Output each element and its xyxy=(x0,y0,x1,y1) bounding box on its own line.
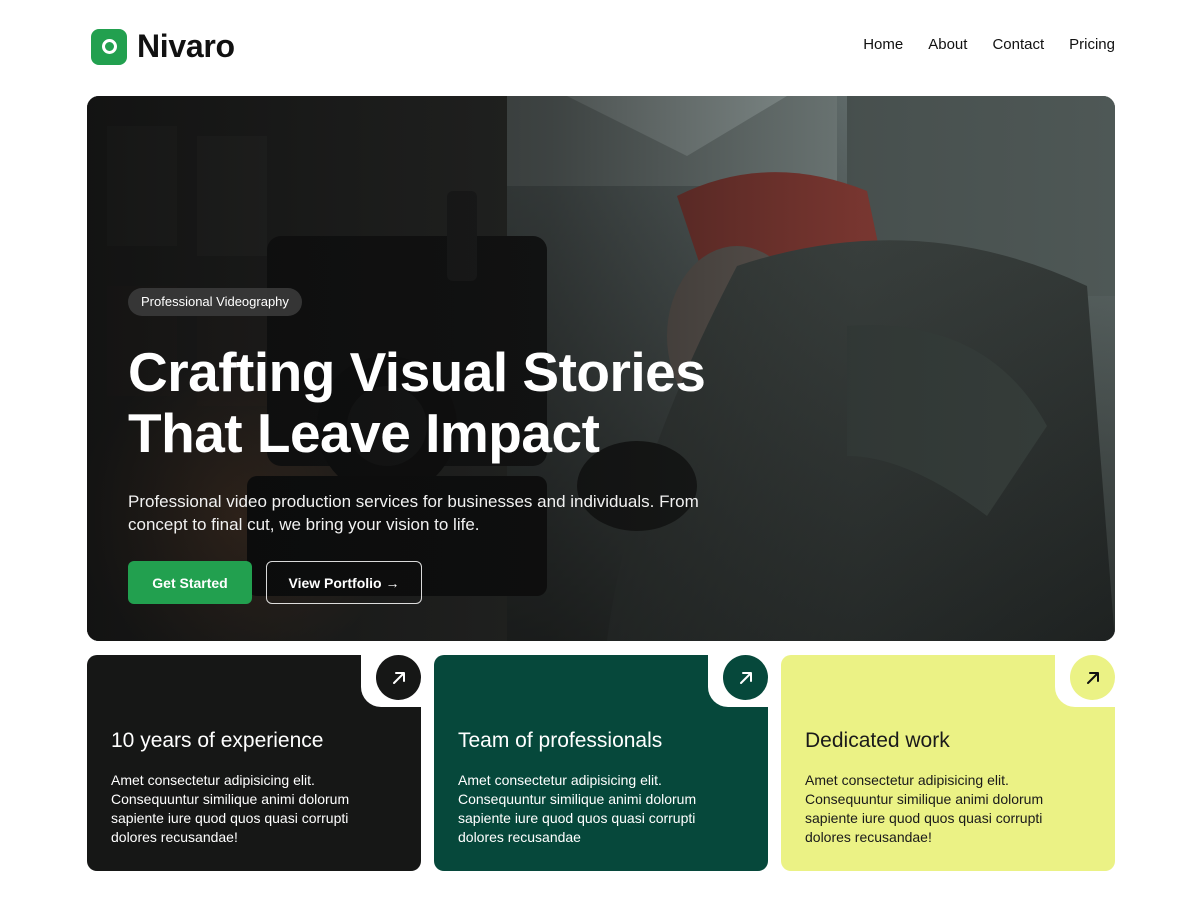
hero-content: Professional Videography Crafting Visual… xyxy=(128,288,768,604)
hero-actions: Get Started View Portfolio → xyxy=(128,561,768,604)
card-text: Amet consectetur adipisicing elit. Conse… xyxy=(458,772,697,845)
feature-card-dedicated: Dedicated work Amet consectetur adipisic… xyxy=(781,655,1115,871)
card-title: 10 years of experience xyxy=(111,729,324,752)
get-started-button[interactable]: Get Started xyxy=(128,561,252,604)
card-text: Amet consectetur adipisicing elit. Conse… xyxy=(805,772,1044,845)
hero-tag-badge: Professional Videography xyxy=(128,288,302,316)
main-nav: Home About Contact Pricing xyxy=(838,36,1115,53)
hero-headline: Crafting Visual Stories That Leave Impac… xyxy=(128,342,768,464)
card-title: Team of professionals xyxy=(458,729,663,752)
card-text: Amet consectetur adipisicing elit. Conse… xyxy=(111,772,350,845)
nav-link-home[interactable]: Home xyxy=(863,36,903,53)
site-header: Nivaro Home About Contact Pricing xyxy=(0,0,1200,92)
brand-logo[interactable]: Nivaro xyxy=(91,28,235,65)
arrow-up-right-icon[interactable] xyxy=(723,655,768,700)
arrow-up-right-icon[interactable] xyxy=(376,655,421,700)
nav-link-pricing[interactable]: Pricing xyxy=(1069,36,1115,53)
hero-section: Professional Videography Crafting Visual… xyxy=(87,96,1115,641)
hero-headline-line1: Crafting Visual Stories xyxy=(128,341,706,403)
hero-subtext: Professional video production services f… xyxy=(128,492,699,534)
nav-link-about[interactable]: About xyxy=(928,36,967,53)
feature-card-team: Team of professionals Amet consectetur a… xyxy=(434,655,768,871)
nav-link-contact[interactable]: Contact xyxy=(992,36,1044,53)
feature-card-experience: 10 years of experience Amet consectetur … xyxy=(87,655,421,871)
arrow-up-right-icon[interactable] xyxy=(1070,655,1115,700)
card-title: Dedicated work xyxy=(805,729,950,752)
brand-name: Nivaro xyxy=(137,28,235,64)
view-portfolio-button[interactable]: View Portfolio → xyxy=(266,561,422,604)
logo-icon xyxy=(91,28,127,65)
hero-headline-line2: That Leave Impact xyxy=(128,402,600,464)
